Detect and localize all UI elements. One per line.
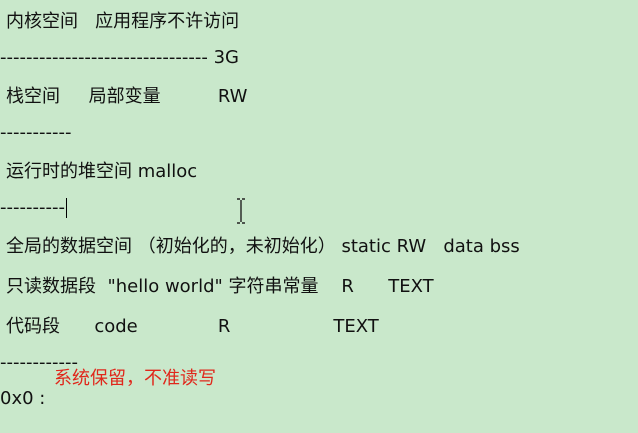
line-address-zero: 0x0 : [0,388,46,409]
line-stack-space: 栈空间 局部变量 RW [6,86,248,107]
line-global-data: 全局的数据空间 （初始化的，未初始化） static RW data bss [6,236,520,257]
ibeam-icon [236,198,246,224]
line-readonly-data: 只读数据段 "hello world" 字符串常量 R TEXT [6,276,434,297]
text-editor-canvas[interactable]: 内核空间 应用程序不许访问 --------------------------… [0,0,638,433]
line-heap-space: 运行时的堆空间 malloc [6,161,198,182]
line-code-segment: 代码段 code R TEXT [6,316,379,337]
line-kernel-space: 内核空间 应用程序不许访问 [6,11,240,32]
line-divider-3g: -------------------------------- 3G [0,47,239,68]
line-divider-1: ----------- [0,122,72,143]
line-divider-2: ---------- [0,197,65,218]
line-system-reserved: 系统保留，不准读写 [54,368,216,389]
text-caret [66,198,67,218]
